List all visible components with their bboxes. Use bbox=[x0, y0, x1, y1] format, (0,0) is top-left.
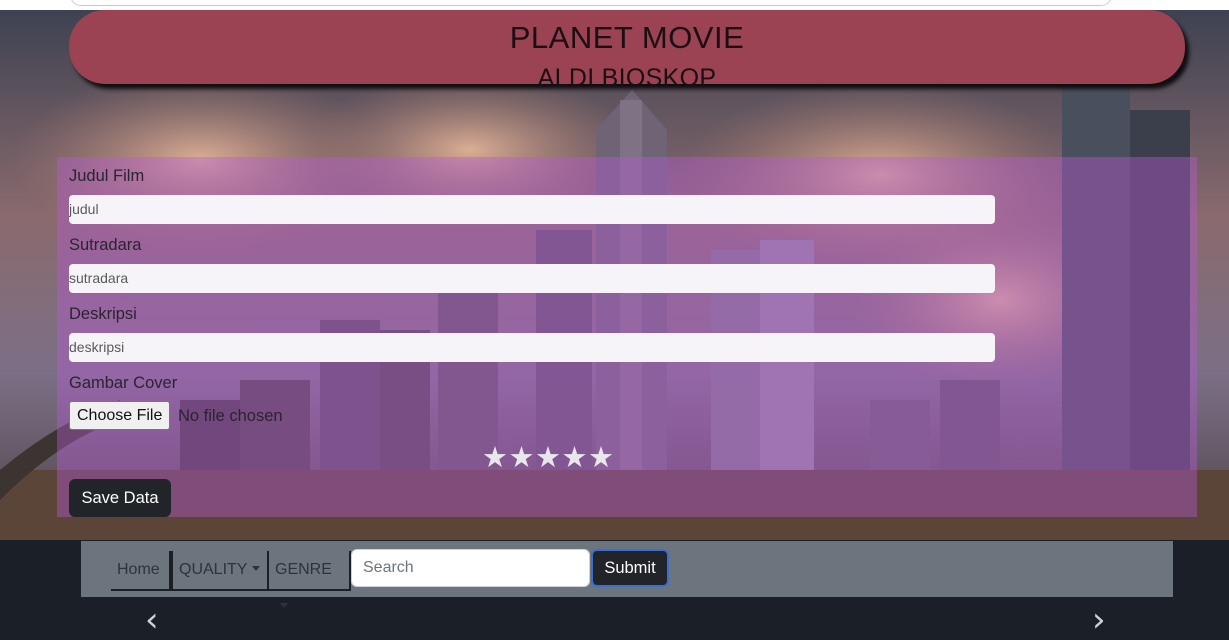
caret-down-icon bbox=[280, 603, 288, 608]
choose-file-button[interactable]: Choose File bbox=[69, 401, 171, 430]
nav-genre-dropdown[interactable]: GENRE bbox=[269, 551, 351, 608]
movie-form: Judul Film Sutradara Deskripsi Gambar Co… bbox=[57, 157, 1197, 517]
judul-film-label: Judul Film bbox=[69, 167, 145, 185]
file-status-text: No file chosen bbox=[178, 407, 283, 425]
site-subtitle: ALDI BIOSKOP bbox=[537, 64, 717, 92]
submit-button[interactable]: Submit bbox=[591, 549, 669, 587]
star-icon[interactable]: ★ bbox=[482, 440, 509, 475]
site-title: PLANET MOVIE bbox=[509, 20, 745, 55]
nav-quality-label: QUALITY bbox=[179, 561, 248, 578]
star-icon[interactable]: ★ bbox=[509, 440, 536, 475]
rating-stars: ★★★★★ bbox=[482, 440, 615, 475]
nav-genre-label: GENRE bbox=[275, 561, 332, 578]
chevron-left-icon[interactable]: ‹ bbox=[145, 600, 159, 640]
chevron-right-icon[interactable]: › bbox=[1092, 600, 1106, 640]
nav-quality-dropdown[interactable]: QUALITY bbox=[171, 551, 269, 591]
gambar-cover-label: Gambar Cover bbox=[69, 374, 178, 392]
star-icon[interactable]: ★ bbox=[562, 440, 589, 475]
star-icon[interactable]: ★ bbox=[588, 440, 615, 475]
browser-top-strip bbox=[0, 0, 1229, 10]
nav-home[interactable]: Home bbox=[111, 551, 171, 591]
save-data-button[interactable]: Save Data bbox=[69, 479, 171, 517]
sutradara-label: Sutradara bbox=[69, 236, 142, 254]
site-header: PLANET MOVIE ALDI BIOSKOP bbox=[69, 10, 1185, 92]
caret-down-icon bbox=[252, 566, 261, 571]
judul-input[interactable] bbox=[69, 195, 995, 224]
navbar: Home QUALITY GENRE Submit bbox=[81, 541, 1173, 608]
address-bar[interactable] bbox=[70, 0, 1112, 6]
sutradara-input[interactable] bbox=[69, 264, 995, 293]
deskripsi-input[interactable] bbox=[69, 333, 995, 362]
search-input[interactable] bbox=[351, 549, 590, 587]
nav-home-label: Home bbox=[117, 561, 160, 578]
star-icon[interactable]: ★ bbox=[535, 440, 562, 475]
deskripsi-label: Deskripsi bbox=[69, 305, 137, 323]
